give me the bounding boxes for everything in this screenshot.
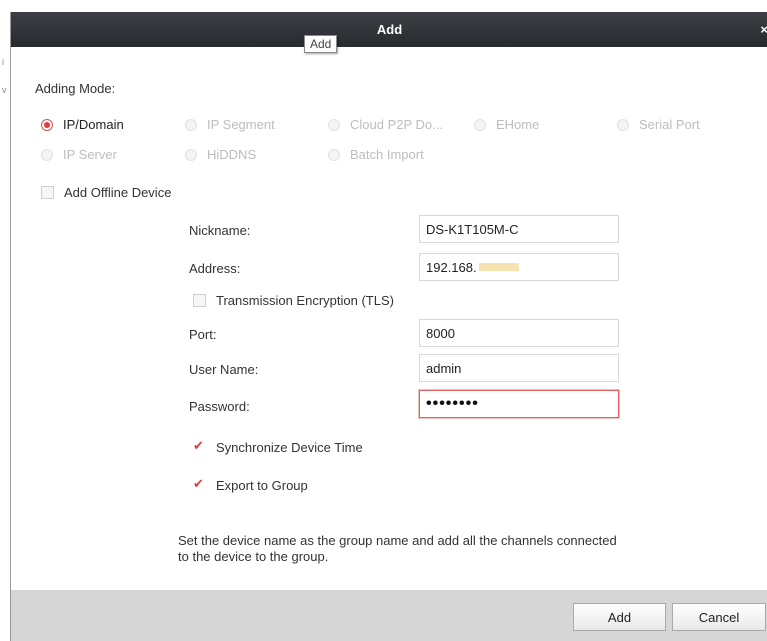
port-label: Port: [189,327,217,342]
sync-time-checkbox[interactable]: Synchronize Device Time [193,438,363,455]
radio-ip-segment[interactable]: IP Segment [185,117,275,132]
add-tooltip: Add [304,35,338,53]
radio-icon [617,118,629,131]
add-button[interactable]: Add [573,603,666,631]
export-group-hint: Set the device name as the group name an… [178,533,617,564]
radio-selected-icon [41,118,53,131]
radio-label: HiDDNS [207,147,257,162]
username-field[interactable]: admin [419,354,619,382]
nickname-label: Nickname: [189,223,251,238]
radio-batch-import[interactable]: Batch Import [328,147,424,162]
radio-ehome[interactable]: EHome [474,117,539,132]
title-bar: Add × [11,12,767,47]
address-value: 192.168. [426,259,477,275]
radio-label: Cloud P2P Do... [350,117,443,132]
checkbox-label: Add Offline Device [64,185,172,200]
radio-label: IP Segment [207,117,275,132]
tls-checkbox[interactable]: Transmission Encryption (TLS) [193,293,394,308]
background-window-edge: i v [0,0,10,641]
checkmark-icon [193,476,206,492]
radio-hiddns[interactable]: HiDDNS [185,147,256,162]
checkmark-icon [193,438,206,454]
password-value: •••••••• [426,395,479,412]
port-value: 8000 [426,325,455,341]
nickname-field[interactable]: DS-K1T105M-C [419,215,619,243]
address-label: Address: [189,261,241,276]
redacted-mark [478,263,519,271]
password-field[interactable]: •••••••• [419,390,619,418]
radio-icon [328,118,340,131]
nickname-value: DS-K1T105M-C [426,221,519,237]
port-field[interactable]: 8000 [419,319,619,347]
adding-mode-label: Adding Mode: [35,81,116,96]
checkbox-label: Export to Group [216,478,308,493]
dialog-body: Adding Mode: IP/Domain IP Segment Cloud … [11,47,767,590]
radio-serial-port[interactable]: Serial Port [617,117,700,132]
radio-ip-server[interactable]: IP Server [41,147,117,162]
export-group-checkbox[interactable]: Export to Group [193,476,308,493]
checkbox-icon [41,186,54,199]
radio-label: IP Server [63,147,117,162]
close-icon[interactable]: × [760,22,767,37]
radio-icon [185,118,197,131]
radio-label: EHome [496,117,540,132]
checkbox-label: Transmission Encryption (TLS) [216,293,394,308]
add-offline-device-checkbox[interactable]: Add Offline Device [41,185,171,200]
radio-label: IP/Domain [63,117,124,132]
address-field[interactable]: 192.168. [419,253,619,281]
checkbox-icon [193,294,206,307]
radio-icon [328,148,340,161]
radio-label: Serial Port [639,117,700,132]
radio-ip-domain[interactable]: IP/Domain [41,117,124,132]
password-label: Password: [189,399,250,414]
checkbox-label: Synchronize Device Time [216,440,363,455]
radio-label: Batch Import [350,147,424,162]
radio-cloud-p2p[interactable]: Cloud P2P Do... [328,117,443,132]
username-label: User Name: [189,362,259,377]
radio-icon [185,148,197,161]
username-value: admin [426,360,462,376]
radio-icon [474,118,486,131]
cancel-button[interactable]: Cancel [672,603,766,631]
dialog-title: Add [376,22,403,37]
radio-icon [41,148,53,161]
